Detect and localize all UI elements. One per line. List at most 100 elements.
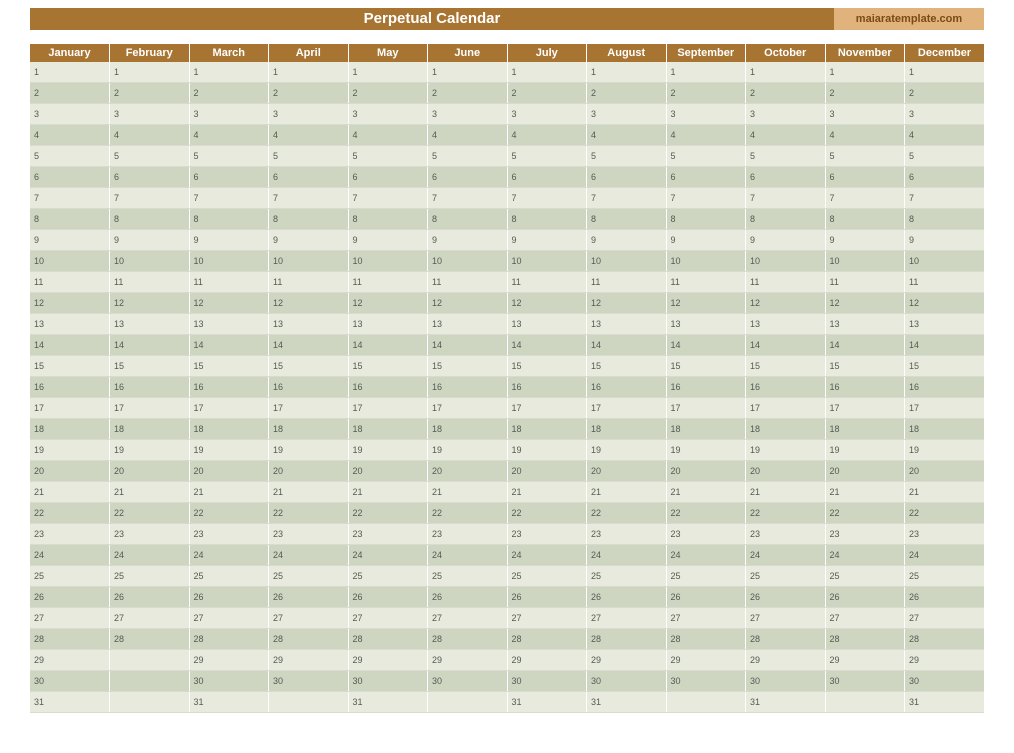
day-cell: 25: [269, 566, 349, 587]
day-cell: 5: [269, 146, 349, 167]
day-cell: 21: [269, 482, 349, 503]
day-cell: 26: [348, 587, 428, 608]
day-cell: 25: [189, 566, 269, 587]
day-cell: 22: [30, 503, 110, 524]
day-cell: 7: [428, 188, 508, 209]
day-row: 272727272727272727272727: [30, 608, 984, 629]
day-cell: 15: [348, 356, 428, 377]
day-cell: 27: [587, 608, 667, 629]
month-header-october: October: [746, 44, 826, 62]
day-cell: 24: [30, 545, 110, 566]
day-cell: 16: [666, 377, 746, 398]
day-cell: 8: [110, 209, 190, 230]
day-row: 444444444444: [30, 125, 984, 146]
day-cell: 21: [825, 482, 905, 503]
day-cell: 11: [110, 272, 190, 293]
day-cell: 21: [189, 482, 269, 503]
day-cell: 6: [587, 167, 667, 188]
day-cell: 8: [428, 209, 508, 230]
day-cell: 29: [905, 650, 985, 671]
day-cell: 11: [825, 272, 905, 293]
day-cell: 7: [746, 188, 826, 209]
day-cell: 23: [587, 524, 667, 545]
day-cell: 31: [746, 692, 826, 713]
day-cell: 9: [269, 230, 349, 251]
page-title: Perpetual Calendar: [30, 8, 834, 30]
day-cell: 18: [825, 419, 905, 440]
day-cell: 22: [110, 503, 190, 524]
day-cell: 27: [269, 608, 349, 629]
day-cell: 2: [428, 83, 508, 104]
day-cell: 25: [666, 566, 746, 587]
day-row: 141414141414141414141414: [30, 335, 984, 356]
day-cell: 6: [428, 167, 508, 188]
day-cell: 29: [666, 650, 746, 671]
day-cell: 23: [110, 524, 190, 545]
day-cell: [269, 692, 349, 713]
day-cell: 28: [110, 629, 190, 650]
month-header-march: March: [189, 44, 269, 62]
day-cell: 10: [189, 251, 269, 272]
day-cell: 7: [507, 188, 587, 209]
day-row: 282828282828282828282828: [30, 629, 984, 650]
day-cell: 29: [269, 650, 349, 671]
day-cell: 15: [746, 356, 826, 377]
day-cell: 5: [428, 146, 508, 167]
day-cell: 9: [507, 230, 587, 251]
day-cell: [110, 671, 190, 692]
day-row: 222222222222222222222222: [30, 503, 984, 524]
day-cell: 27: [30, 608, 110, 629]
day-cell: 19: [189, 440, 269, 461]
day-cell: 27: [189, 608, 269, 629]
day-cell: 16: [428, 377, 508, 398]
day-cell: 9: [30, 230, 110, 251]
day-cell: 18: [507, 419, 587, 440]
day-cell: 23: [746, 524, 826, 545]
day-cell: 7: [825, 188, 905, 209]
day-cell: 8: [825, 209, 905, 230]
day-cell: 11: [746, 272, 826, 293]
day-cell: 7: [269, 188, 349, 209]
day-cell: 6: [746, 167, 826, 188]
day-cell: 14: [507, 335, 587, 356]
day-cell: 28: [428, 629, 508, 650]
day-cell: 27: [746, 608, 826, 629]
day-cell: 15: [189, 356, 269, 377]
day-cell: 2: [587, 83, 667, 104]
day-cell: 12: [30, 293, 110, 314]
day-cell: 11: [507, 272, 587, 293]
day-cell: 16: [269, 377, 349, 398]
day-cell: 8: [587, 209, 667, 230]
day-cell: 22: [428, 503, 508, 524]
day-cell: 6: [348, 167, 428, 188]
day-cell: 3: [825, 104, 905, 125]
month-header-may: May: [348, 44, 428, 62]
day-cell: 27: [110, 608, 190, 629]
day-cell: 17: [666, 398, 746, 419]
day-cell: 23: [825, 524, 905, 545]
title-row: Perpetual Calendar maiaratemplate.com: [30, 8, 984, 30]
day-cell: 12: [269, 293, 349, 314]
day-cell: 30: [507, 671, 587, 692]
day-cell: 24: [189, 545, 269, 566]
day-cell: 26: [30, 587, 110, 608]
day-cell: 30: [905, 671, 985, 692]
day-cell: 15: [428, 356, 508, 377]
day-cell: 17: [189, 398, 269, 419]
day-cell: 23: [348, 524, 428, 545]
day-cell: 26: [110, 587, 190, 608]
day-cell: 30: [825, 671, 905, 692]
day-cell: 18: [348, 419, 428, 440]
month-header-january: January: [30, 44, 110, 62]
day-cell: 3: [428, 104, 508, 125]
day-cell: 20: [30, 461, 110, 482]
day-cell: 8: [746, 209, 826, 230]
day-cell: 26: [269, 587, 349, 608]
day-cell: 15: [905, 356, 985, 377]
day-cell: 12: [189, 293, 269, 314]
day-cell: 25: [746, 566, 826, 587]
day-cell: 15: [825, 356, 905, 377]
day-cell: 5: [110, 146, 190, 167]
day-cell: 29: [348, 650, 428, 671]
day-cell: 8: [666, 209, 746, 230]
